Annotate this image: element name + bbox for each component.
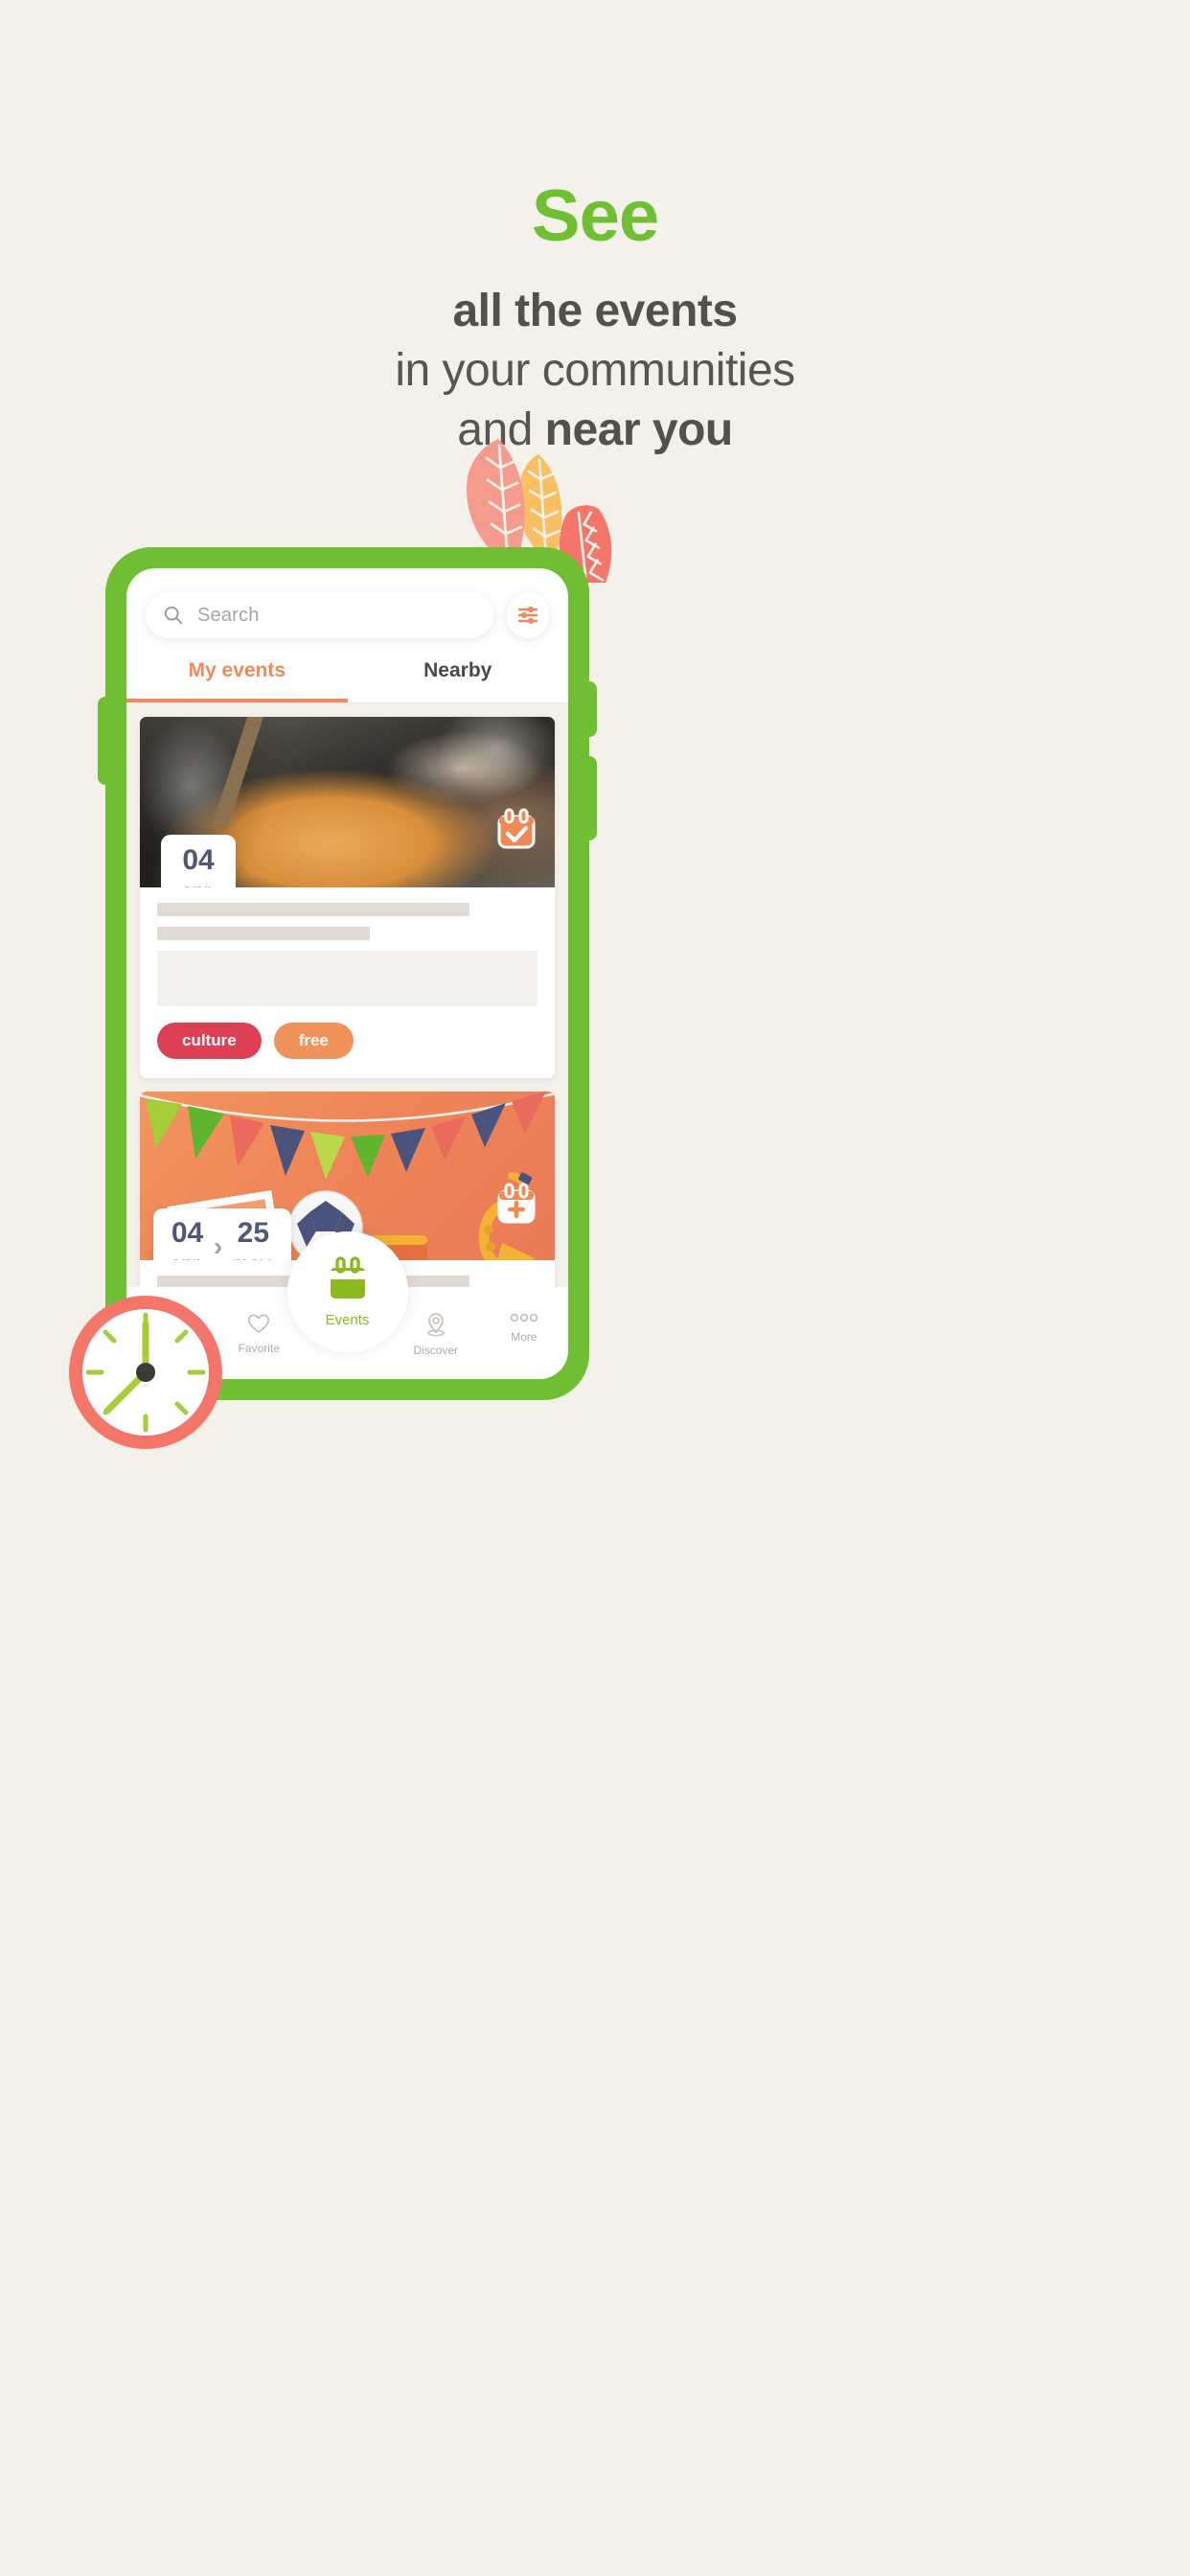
search-input[interactable]: Search	[146, 592, 493, 638]
nav-label-events: Events	[325, 1312, 370, 1328]
tab-nearby[interactable]: Nearby	[348, 659, 569, 702]
hero-text-block: See all the events in your communities a…	[0, 0, 1190, 454]
clock-center	[136, 1363, 155, 1382]
card-tags: culture free	[140, 1006, 555, 1078]
bunting-flags	[146, 1092, 546, 1180]
phone-volume-button[interactable]	[98, 697, 113, 785]
event-card[interactable]: 04 apr. culture	[140, 717, 555, 1078]
calendar-plus-icon[interactable]	[493, 1180, 539, 1226]
card-media-guitar: 04 apr.	[140, 717, 555, 887]
hero-kicker: See	[531, 175, 659, 257]
card-body	[140, 887, 555, 1006]
nav-item-events[interactable]: Events	[286, 1231, 408, 1352]
skeleton-line	[157, 903, 469, 916]
event-date-day: 04	[182, 844, 215, 876]
nav-label-more: More	[511, 1330, 538, 1344]
range-start: 04 apr.	[171, 1217, 204, 1261]
range-start-day: 04	[171, 1217, 204, 1249]
hero-line-2: in your communities	[395, 344, 795, 396]
hero-line-1: all the events	[452, 285, 738, 336]
hero-line-3: and near you	[0, 403, 1190, 455]
nav-item-discover[interactable]: Discover	[392, 1312, 480, 1357]
tab-active-indicator	[126, 699, 348, 702]
calendar-icon	[330, 1256, 365, 1299]
tab-my-events[interactable]: My events	[126, 659, 348, 702]
alarm-clock-icon	[69, 1296, 222, 1449]
event-date-badge: 04 apr.	[161, 835, 236, 887]
tag-free[interactable]: free	[273, 1023, 354, 1059]
skeleton-block	[157, 951, 538, 1006]
search-row: Search	[126, 568, 568, 638]
ellipsis-icon	[510, 1313, 538, 1322]
event-card-list[interactable]: 04 apr. culture	[126, 703, 568, 1379]
nav-item-more[interactable]: More	[480, 1312, 568, 1344]
event-date-month: apr.	[161, 882, 236, 887]
nav-label-favorite: Favorite	[238, 1342, 280, 1355]
map-pin-icon	[426, 1313, 445, 1337]
filter-button[interactable]	[507, 592, 549, 638]
nav-label-discover: Discover	[413, 1344, 459, 1357]
alarm-clock-decoration	[63, 1290, 228, 1455]
leaf-gold-icon	[517, 454, 562, 562]
phone-screen: Search My events Nearby 04 culture free …	[126, 568, 568, 1379]
range-end: 25 may.	[232, 1217, 274, 1261]
event-date-range-badge: 04 apr. › 25 may.	[153, 1208, 292, 1261]
hero-line-3-bold: near you	[544, 403, 734, 455]
hero-subtitle: all the events in your communities and n…	[0, 285, 1190, 455]
search-icon	[164, 606, 183, 625]
nav-item-favorite[interactable]: Favorite	[215, 1312, 303, 1355]
heart-icon	[248, 1314, 270, 1333]
search-placeholder: Search	[197, 604, 260, 626]
hero-line-3-prefix: and	[457, 403, 545, 455]
sliders-icon	[517, 606, 538, 625]
range-start-month: apr.	[171, 1254, 204, 1260]
range-end-month: may.	[232, 1254, 274, 1260]
phone-side-button-top[interactable]	[582, 681, 597, 737]
tab-bar: My events Nearby	[126, 659, 568, 702]
range-end-day: 25	[237, 1217, 270, 1249]
skeleton-line	[157, 927, 371, 940]
range-separator-icon: ›	[214, 1231, 223, 1260]
phone-power-button[interactable]	[582, 756, 597, 840]
phone-mockup: Search My events Nearby 04 culture free …	[98, 547, 597, 1400]
tag-culture[interactable]: culture	[157, 1023, 262, 1059]
calendar-check-icon[interactable]	[493, 805, 539, 851]
